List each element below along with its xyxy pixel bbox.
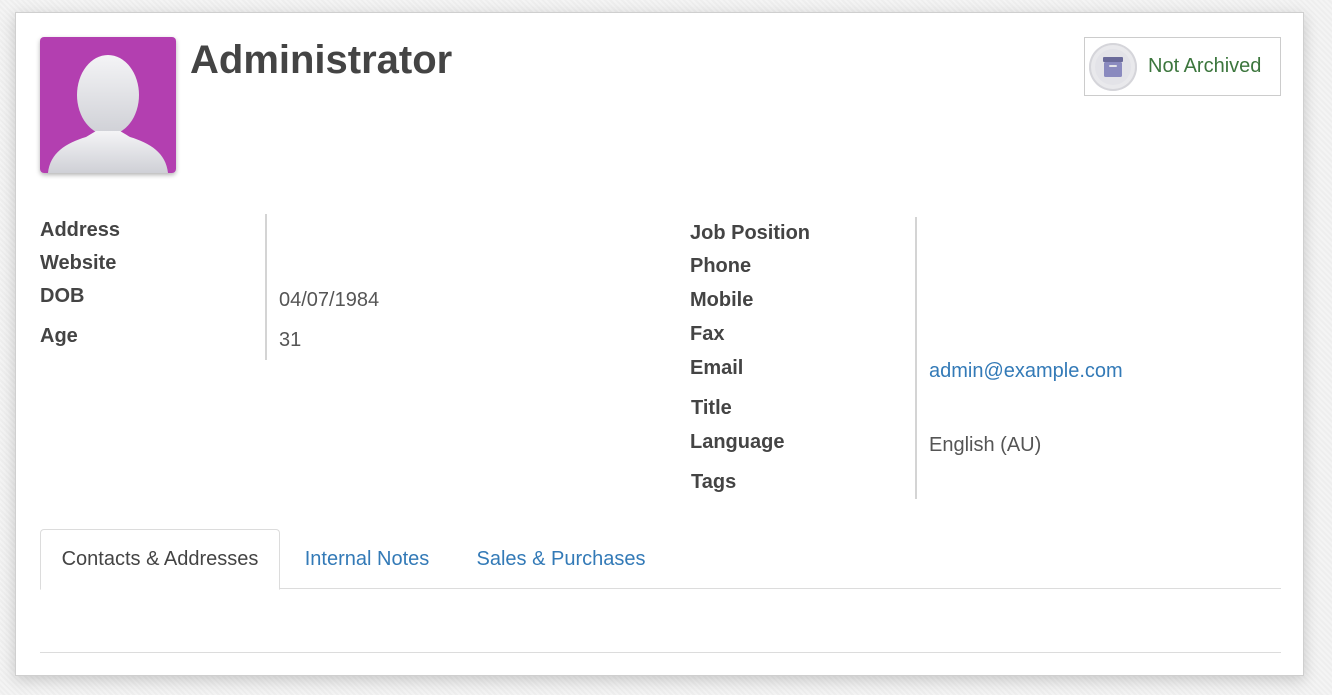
- user-silhouette-icon: [40, 37, 176, 173]
- tab-label: Sales & Purchases: [476, 547, 646, 570]
- language-value[interactable]: English (AU): [929, 434, 1041, 457]
- form-sheet: Administrator Not Archived Address Websi…: [15, 12, 1304, 676]
- job-position-label: Job Position: [690, 222, 810, 244]
- page-title: Administrator: [190, 38, 453, 82]
- email-label: Email: [690, 357, 744, 379]
- avatar[interactable]: [40, 37, 176, 173]
- tab-label: Contacts & Addresses: [61, 548, 259, 570]
- tags-label: Tags: [691, 471, 737, 493]
- notebook-tabs: Contacts & Addresses Internal Notes Sale…: [40, 529, 1281, 590]
- dob-value[interactable]: 04/07/1984: [279, 289, 379, 312]
- phone-label: Phone: [690, 255, 752, 277]
- age-label: Age: [40, 325, 78, 347]
- address-label: Address: [40, 219, 121, 241]
- archive-status-label: Not Archived: [1148, 55, 1262, 77]
- tab-contacts-addresses[interactable]: Contacts & Addresses: [40, 529, 280, 590]
- dob-label: DOB: [40, 285, 85, 307]
- age-value[interactable]: 31: [279, 329, 301, 352]
- email-link[interactable]: admin@example.com: [929, 360, 1123, 383]
- tab-content-bottom-border: [40, 652, 1281, 653]
- right-column-divider: [915, 217, 917, 499]
- tab-label: Internal Notes: [304, 547, 430, 570]
- left-column-divider: [265, 214, 267, 360]
- tab-sales-purchases[interactable]: Sales & Purchases: [464, 529, 658, 589]
- archive-toggle-button[interactable]: Not Archived: [1084, 37, 1281, 96]
- archive-box-icon: [1089, 42, 1137, 91]
- fax-label: Fax: [690, 323, 725, 345]
- language-label: Language: [690, 431, 785, 453]
- tab-internal-notes[interactable]: Internal Notes: [290, 529, 444, 589]
- title-label: Title: [691, 397, 732, 419]
- website-label: Website: [40, 252, 117, 274]
- mobile-label: Mobile: [690, 289, 754, 311]
